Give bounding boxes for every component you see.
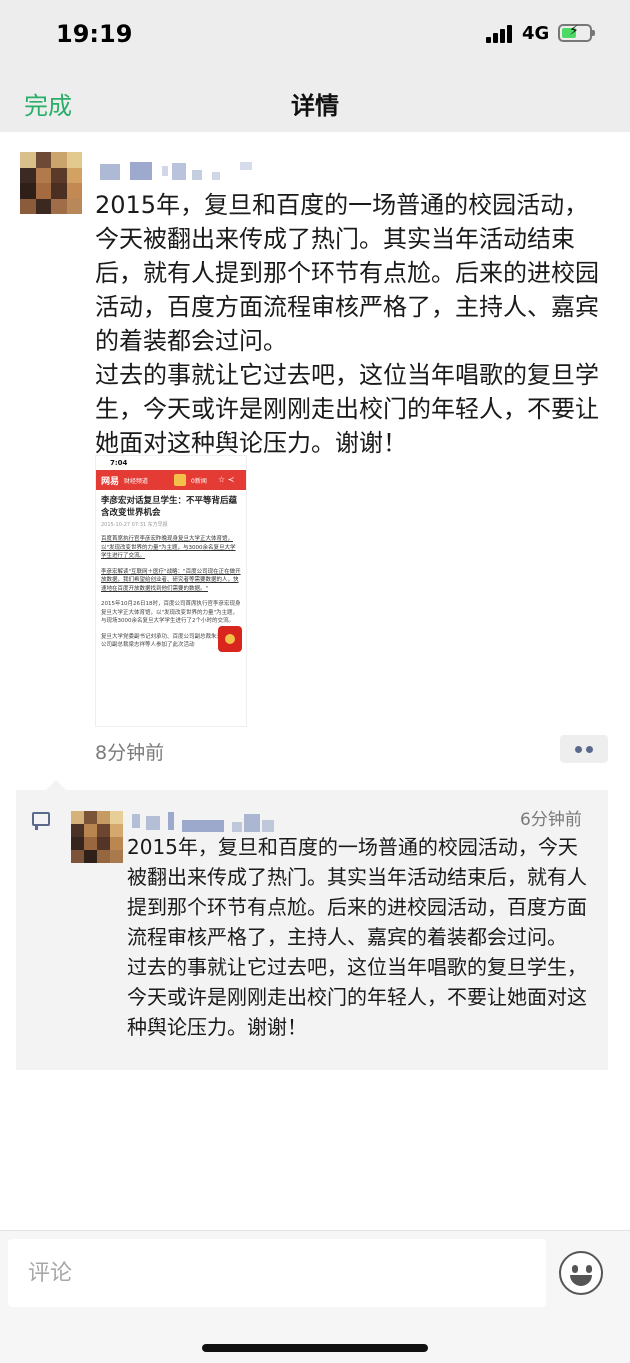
image-header-right-1: 0新闻 — [191, 478, 207, 485]
network-type: 4G — [522, 23, 550, 44]
avatar-pixel — [110, 811, 123, 824]
image-header-right-2: ☆ ≺ — [218, 475, 235, 484]
image-headline: 李彦宏对话复旦学生：不平等背后蕴含改变世界机会 — [101, 496, 238, 518]
avatar-pixel — [35, 167, 51, 183]
avatar-pixel — [84, 850, 97, 863]
avatar-pixel — [20, 198, 36, 214]
avatar-pixel — [71, 811, 84, 824]
avatar-pixel — [51, 167, 67, 183]
comment-input-bar — [0, 1230, 630, 1363]
comment-input[interactable] — [8, 1239, 546, 1307]
navigation-bar: 完成 详情 — [0, 70, 630, 132]
image-paragraph: 百度首席执行官李彦宏昨晚现身复旦大学正大体育馆，以"发现改变世界的力量"为主题，… — [101, 536, 236, 559]
image-meta: 2015-10-27 07:31 东方早报 — [101, 522, 168, 528]
avatar-pixel — [110, 824, 123, 837]
more-dots-icon[interactable] — [560, 735, 608, 763]
image-app-logo: 网易 — [101, 477, 120, 487]
image-badge-icon — [174, 474, 186, 486]
image-app-header: 网易 财经频道 0新闻 ☆ ≺ — [96, 470, 246, 490]
avatar-pixel — [51, 198, 67, 214]
avatar-pixel — [51, 152, 67, 168]
cellular-signal-icon — [486, 25, 516, 43]
status-time: 19:19 — [56, 20, 133, 48]
avatar-pixel — [71, 824, 84, 837]
avatar-pixel — [97, 850, 110, 863]
avatar-pixel — [35, 198, 51, 214]
avatar-pixel — [84, 837, 97, 850]
avatar-pixel — [71, 850, 84, 863]
avatar-pixel — [66, 183, 82, 199]
post-image[interactable]: 7:04 网易 财经频道 0新闻 ☆ ≺ 李彦宏对话复旦学生：不平等背后蕴含改变… — [95, 455, 247, 727]
author-avatar[interactable] — [20, 152, 82, 214]
avatar-pixel — [84, 824, 97, 837]
avatar-pixel — [20, 183, 36, 199]
avatar-pixel — [20, 152, 36, 168]
home-indicator — [202, 1344, 428, 1352]
commenter-name-blurred[interactable] — [132, 812, 282, 834]
status-bar: 19:19 4G ⚡ — [0, 0, 630, 70]
avatar-pixel — [35, 183, 51, 199]
avatar-pixel — [110, 837, 123, 850]
page-title: 详情 — [291, 92, 339, 120]
post-time: 8分钟前 — [95, 742, 165, 764]
avatar-pixel — [97, 837, 110, 850]
avatar-pixel — [84, 811, 97, 824]
avatar-pixel — [97, 824, 110, 837]
image-paragraph: 李彦宏解读"互联网＋医疗"战略："百度公司现在正在做开放数据，我们希望给创业者、… — [101, 568, 241, 592]
avatar-pixel — [51, 183, 67, 199]
avatar-pixel — [20, 167, 36, 183]
image-status-time: 7:04 — [96, 456, 246, 470]
avatar-pixel — [71, 837, 84, 850]
avatar-pixel — [97, 811, 110, 824]
avatar-pixel — [110, 850, 123, 863]
author-name-blurred[interactable] — [100, 160, 260, 182]
commenter-avatar[interactable] — [71, 811, 123, 863]
red-packet-icon — [218, 626, 242, 652]
comment-time: 6分钟前 — [520, 810, 582, 830]
post-text: 2015年，复旦和百度的一场普通的校园活动，今天被翻出来传成了热门。其实当年活动… — [95, 191, 599, 457]
avatar-pixel — [66, 198, 82, 214]
comment-icon — [32, 812, 50, 830]
avatar-pixel — [35, 152, 51, 168]
avatar-pixel — [66, 167, 82, 183]
emoji-face-icon[interactable] — [559, 1251, 603, 1295]
comment-text: 2015年，复旦和百度的一场普通的校园活动，今天被翻出来传成了热门。其实当年活动… — [127, 835, 587, 1039]
battery-icon: ⚡ — [558, 23, 595, 42]
avatar-pixel — [66, 152, 82, 168]
image-app-sub: 财经频道 — [124, 478, 149, 485]
